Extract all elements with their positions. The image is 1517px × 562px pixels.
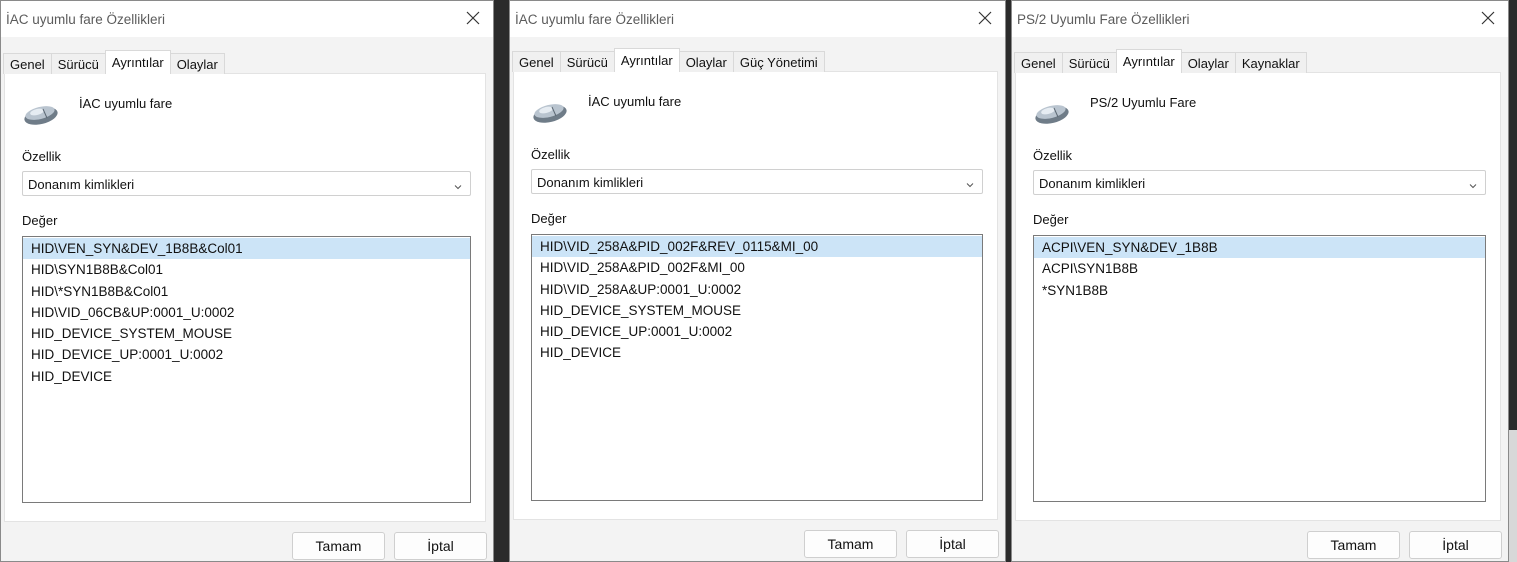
tab-1[interactable]: Sürücü — [1061, 52, 1117, 73]
property-dropdown[interactable]: Donanım kimlikleri — [531, 169, 983, 194]
list-item[interactable]: HID\VID_258A&PID_002F&REV_0115&MI_00 — [532, 236, 982, 258]
property-dropdown[interactable]: Donanım kimlikleri — [22, 171, 471, 196]
properties-dialog: İAC uyumlu fare Özellikleri Genel Sürücü Ay… — [509, 0, 1006, 562]
list-item[interactable]: ACPI\SYN1B8B — [1034, 258, 1485, 279]
close-icon[interactable] — [1479, 9, 1497, 27]
value-label: Değer — [22, 213, 58, 228]
cancel-button[interactable]: İptal — [394, 532, 487, 560]
tab-2[interactable]: Ayrıntılar — [104, 50, 171, 74]
properties-dialog: PS/2 Uyumlu Fare Özellikleri Genel Sürücü A… — [1011, 0, 1509, 562]
list-item[interactable]: HID_DEVICE — [532, 342, 982, 363]
tab-4[interactable]: Güç Yönetimi — [732, 51, 825, 72]
tab-3[interactable]: Olaylar — [678, 51, 734, 72]
title-bar: İAC uyumlu fare Özellikleri — [510, 1, 1005, 37]
device-name: İAC uyumlu fare — [79, 96, 173, 111]
list-item[interactable]: HID\*SYN1B8B&Col01 — [23, 281, 470, 302]
list-item[interactable]: HID\VID_258A&UP:0001_U:0002 — [532, 279, 982, 300]
ok-button[interactable]: Tamam — [1307, 531, 1400, 559]
ok-button[interactable]: Tamam — [804, 530, 897, 558]
list-item[interactable]: HID\VID_06CB&UP:0001_U:0002 — [23, 302, 470, 323]
device-name: İAC uyumlu fare — [588, 94, 682, 109]
tab-3[interactable]: Olaylar — [169, 53, 225, 74]
ok-button[interactable]: Tamam — [292, 532, 385, 560]
value-listbox[interactable]: HID\VID_258A&PID_002F&REV_0115&MI_00 HID\… — [531, 234, 983, 501]
property-label: Özellik — [1033, 148, 1073, 163]
tab-1[interactable]: Sürücü — [559, 51, 615, 72]
list-item[interactable]: HID\SYN1B8B&Col01 — [23, 259, 470, 280]
property-label: Özellik — [531, 147, 571, 162]
property-dropdown-value: Donanım kimlikleri — [28, 177, 135, 192]
tab-0[interactable]: Genel — [3, 53, 52, 74]
list-item[interactable]: HID_DEVICE_UP:0001_U:0002 — [532, 321, 982, 342]
mouse-icon — [530, 99, 570, 125]
properties-dialog: İAC uyumlu fare Özellikleri Genel Sürücü Ay… — [0, 0, 494, 562]
list-item[interactable]: HID_DEVICE_SYSTEM_MOUSE — [23, 323, 470, 344]
property-dropdown-value: Donanım kimlikleri — [1039, 176, 1146, 191]
close-icon[interactable] — [976, 9, 994, 27]
tab-0[interactable]: Genel — [1014, 52, 1063, 73]
tab-2[interactable]: Ayrıntılar — [613, 48, 680, 72]
value-label: Değer — [1033, 212, 1069, 227]
window-title: İAC uyumlu fare Özellikleri — [515, 12, 675, 27]
chevron-down-icon — [1469, 178, 1477, 189]
property-dropdown-value: Donanım kimlikleri — [537, 175, 644, 190]
value-label: Değer — [531, 211, 567, 226]
list-item[interactable]: *SYN1B8B — [1034, 280, 1485, 301]
list-item[interactable]: ACPI\VEN_SYN&DEV_1B8B — [1034, 237, 1485, 259]
close-icon[interactable] — [464, 9, 482, 27]
list-item[interactable]: HID\VEN_SYN&DEV_1B8B&Col01 — [23, 238, 470, 260]
tab-strip: Genel Sürücü Ayrıntılar Olaylar Kaynaklar — [1014, 49, 1307, 73]
window-title: İAC uyumlu fare Özellikleri — [6, 12, 166, 27]
chevron-down-icon — [454, 179, 462, 190]
title-bar: İAC uyumlu fare Özellikleri — [1, 1, 493, 37]
value-listbox[interactable]: ACPI\VEN_SYN&DEV_1B8B ACPI\SYN1B8B *SYN1B8… — [1033, 235, 1486, 502]
tab-strip: Genel Sürücü Ayrıntılar Olaylar Güç Yönetimi — [512, 48, 825, 72]
property-dropdown[interactable]: Donanım kimlikleri — [1033, 170, 1486, 195]
tab-1[interactable]: Sürücü — [50, 53, 106, 74]
title-bar: PS/2 Uyumlu Fare Özellikleri — [1012, 1, 1508, 37]
list-item[interactable]: HID\VID_258A&PID_002F&MI_00 — [532, 257, 982, 278]
device-name: PS/2 Uyumlu Fare — [1090, 95, 1197, 110]
list-item[interactable]: HID_DEVICE — [23, 366, 470, 387]
list-item[interactable]: HID_DEVICE_UP:0001_U:0002 — [23, 344, 470, 365]
cancel-button[interactable]: İptal — [1409, 531, 1502, 559]
tab-4[interactable]: Kaynaklar — [1234, 52, 1307, 73]
mouse-icon — [21, 101, 61, 127]
chevron-down-icon — [966, 177, 974, 188]
value-listbox[interactable]: HID\VEN_SYN&DEV_1B8B&Col01 HID\SYN1B8B&Co… — [22, 236, 471, 503]
tab-3[interactable]: Olaylar — [1180, 52, 1236, 73]
tab-2[interactable]: Ayrıntılar — [1115, 49, 1182, 73]
list-item[interactable]: HID_DEVICE_SYSTEM_MOUSE — [532, 300, 982, 321]
tab-0[interactable]: Genel — [512, 51, 561, 72]
mouse-icon — [1032, 100, 1072, 126]
cancel-button[interactable]: İptal — [906, 530, 999, 558]
tab-strip: Genel Sürücü Ayrıntılar Olaylar — [3, 50, 225, 74]
property-label: Özellik — [22, 149, 62, 164]
window-title: PS/2 Uyumlu Fare Özellikleri — [1017, 12, 1190, 27]
